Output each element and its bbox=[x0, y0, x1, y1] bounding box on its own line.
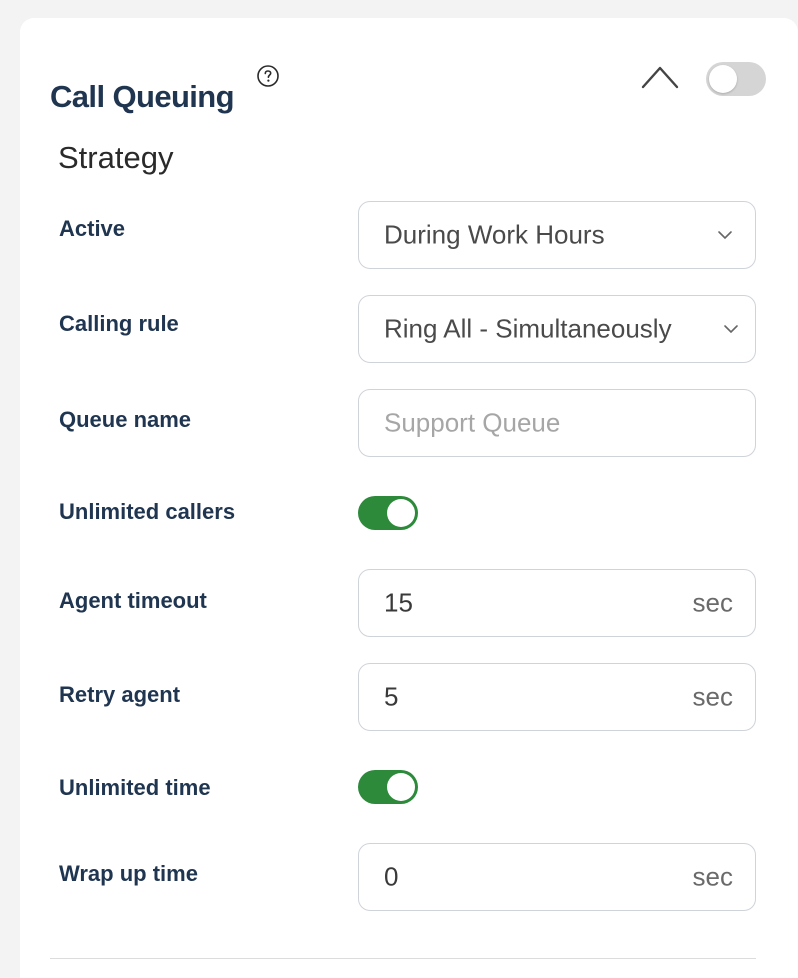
wrap-up-time-input[interactable] bbox=[384, 861, 644, 893]
unlimited-time-label: Unlimited time bbox=[59, 775, 211, 800]
agent-timeout-label: Agent timeout bbox=[59, 588, 207, 613]
wrap-up-time-field[interactable]: sec bbox=[358, 843, 756, 911]
active-select-value: During Work Hours bbox=[384, 219, 605, 250]
call-queuing-toggle[interactable] bbox=[706, 62, 766, 96]
chevron-up-icon[interactable] bbox=[640, 62, 680, 90]
calling-rule-select-value: Ring All - Simultaneously bbox=[384, 313, 672, 344]
retry-agent-unit: sec bbox=[692, 681, 733, 712]
retry-agent-label: Retry agent bbox=[59, 682, 181, 707]
help-circle-icon[interactable] bbox=[256, 64, 280, 88]
call-queuing-card: Call Queuing Strategy Active During Work… bbox=[20, 18, 798, 978]
queue-name-placeholder: Support Queue bbox=[384, 407, 561, 438]
wrap-up-time-label: Wrap up time bbox=[59, 861, 198, 886]
retry-agent-field[interactable]: sec bbox=[358, 663, 756, 731]
unlimited-time-toggle[interactable] bbox=[358, 770, 418, 804]
toggle-knob bbox=[387, 773, 415, 801]
strategy-heading: Strategy bbox=[58, 140, 174, 175]
card-title: Call Queuing bbox=[50, 79, 235, 114]
active-select[interactable]: During Work Hours bbox=[358, 201, 756, 269]
calling-rule-label: Calling rule bbox=[59, 311, 179, 336]
chevron-down-icon bbox=[718, 231, 732, 240]
unlimited-callers-label: Unlimited callers bbox=[59, 499, 236, 524]
queue-name-field[interactable]: Support Queue bbox=[358, 389, 756, 457]
section-divider bbox=[50, 958, 756, 959]
agent-timeout-field[interactable]: sec bbox=[358, 569, 756, 637]
wrap-up-time-unit: sec bbox=[692, 861, 733, 892]
calling-rule-select[interactable]: Ring All - Simultaneously bbox=[358, 295, 756, 363]
toggle-knob bbox=[387, 499, 415, 527]
queue-name-label: Queue name bbox=[59, 407, 192, 432]
unlimited-callers-toggle[interactable] bbox=[358, 496, 418, 530]
active-label: Active bbox=[59, 216, 126, 241]
chevron-down-icon bbox=[724, 325, 738, 334]
retry-agent-input[interactable] bbox=[384, 681, 644, 713]
agent-timeout-unit: sec bbox=[692, 587, 733, 618]
toggle-knob bbox=[709, 65, 737, 93]
agent-timeout-input[interactable] bbox=[384, 587, 644, 619]
